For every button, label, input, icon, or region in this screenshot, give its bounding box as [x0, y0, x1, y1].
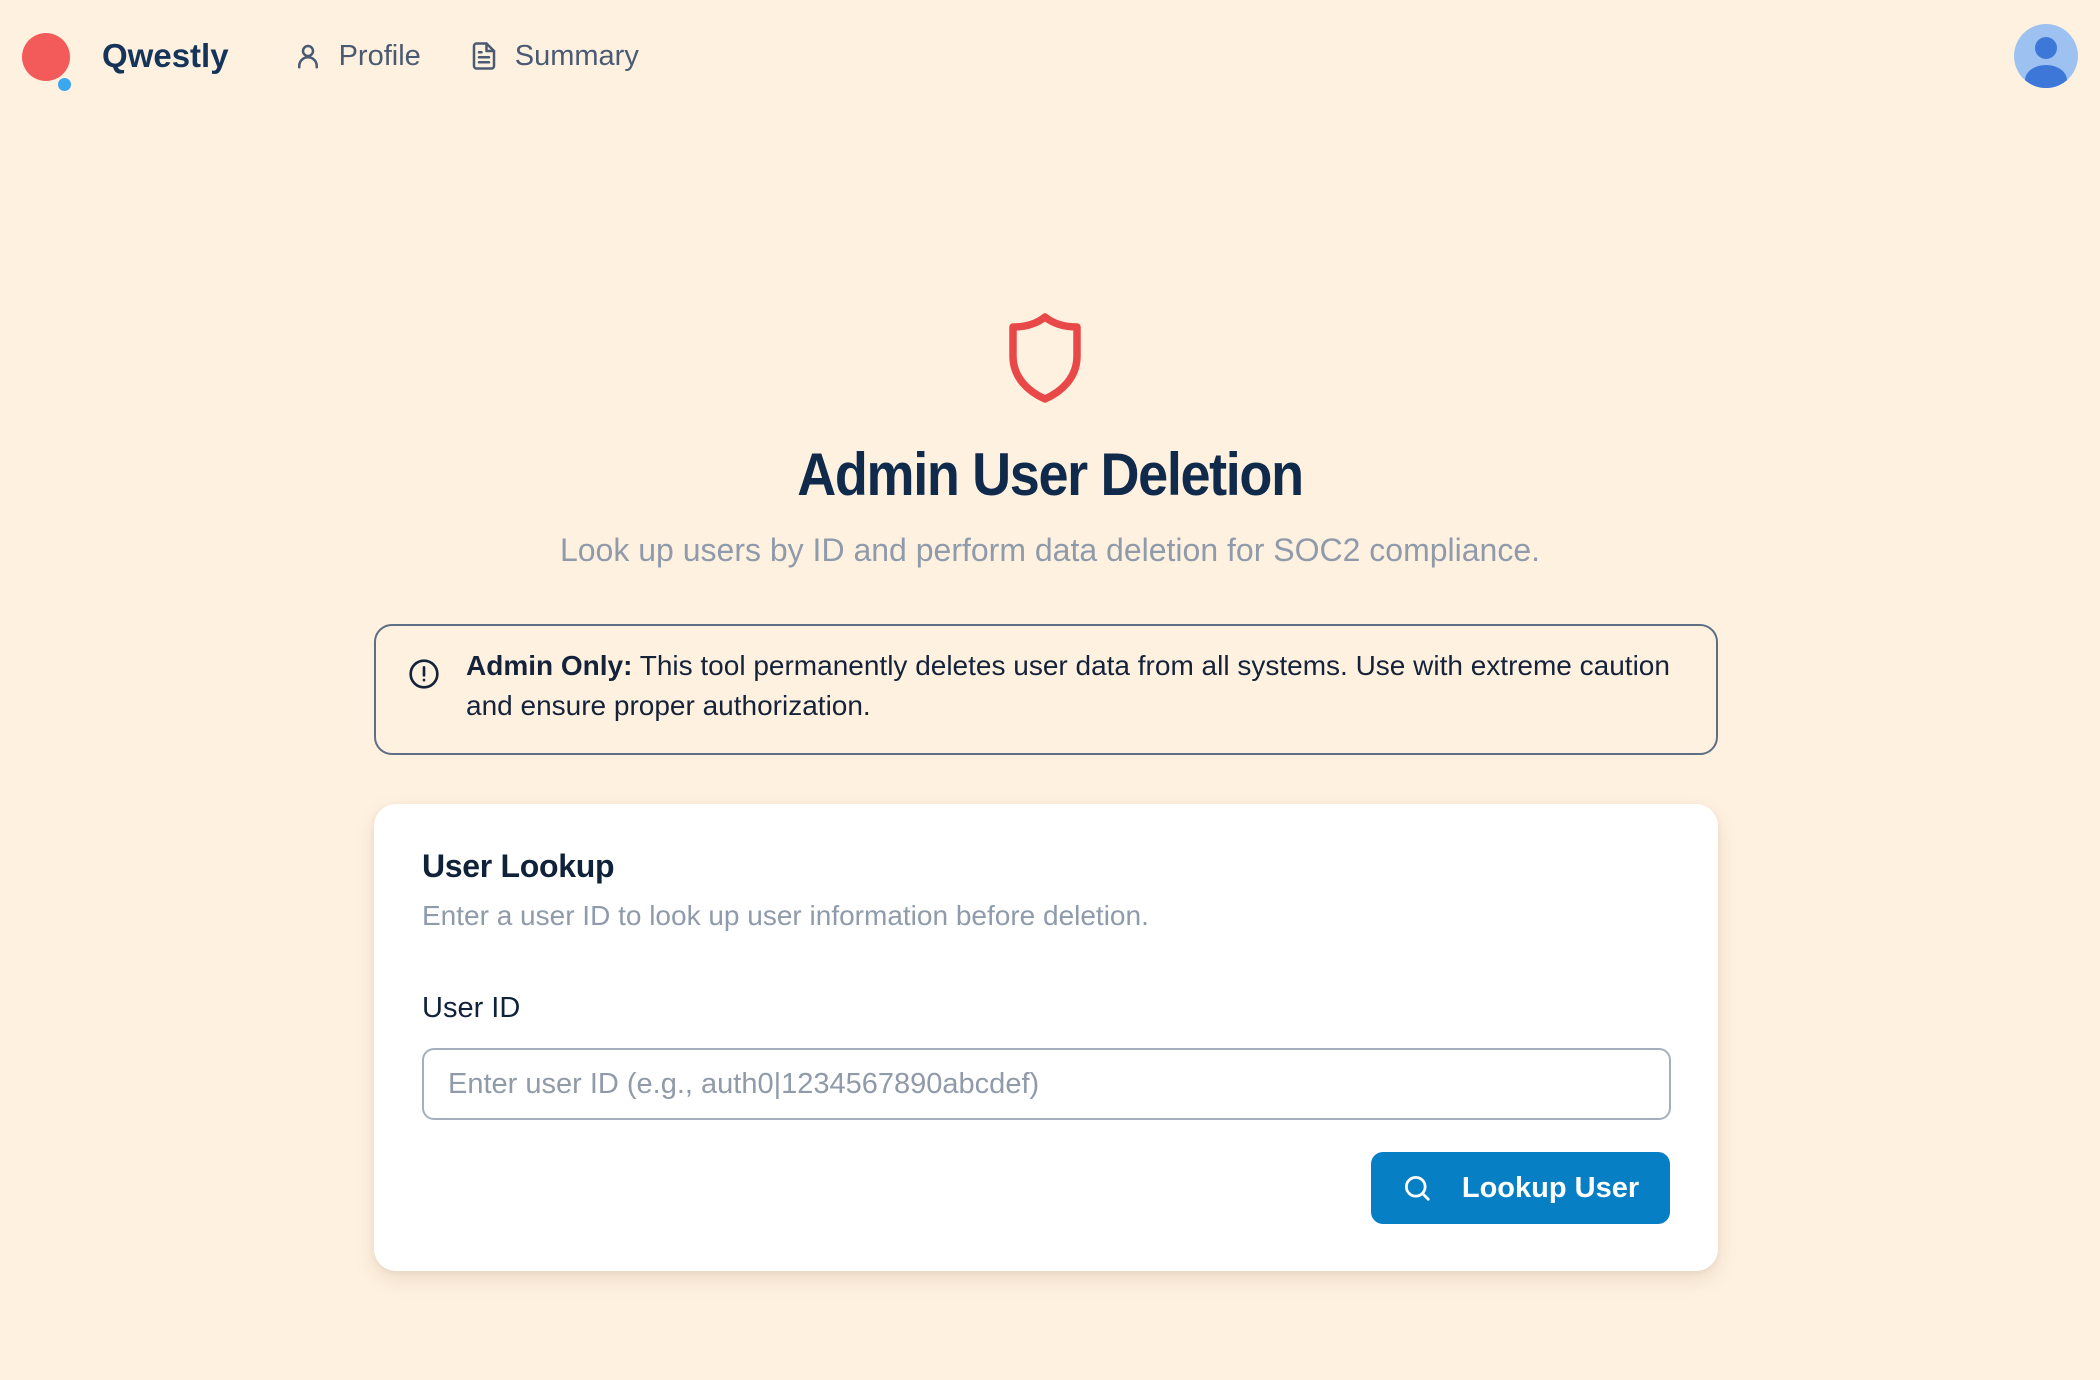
user-id-label: User ID [422, 992, 521, 1024]
user-id-input[interactable] [422, 1048, 1671, 1120]
card-description: Enter a user ID to look up user informat… [422, 900, 1149, 931]
brand-name[interactable]: Qwestly [102, 37, 229, 75]
alert-message: This tool permanently deletes user data … [466, 650, 1670, 721]
page-title: Admin User Deletion [797, 441, 1304, 508]
qwestly-logo-icon[interactable] [22, 31, 72, 91]
admin-warning-alert: Admin Only: This tool permanently delete… [374, 624, 1718, 755]
nav-item-label: Profile [338, 39, 421, 72]
search-icon [1404, 1176, 1430, 1201]
alert-strong-label: Admin Only: [466, 650, 633, 681]
avatar-icon[interactable] [2014, 24, 2078, 88]
lookup-user-button[interactable]: Lookup User [1371, 1152, 1670, 1224]
nav-item-profile[interactable]: Profile [293, 40, 421, 73]
page-subtitle: Look up users by ID and perform data del… [559, 532, 1541, 568]
nav-item-summary[interactable]: Summary [469, 40, 639, 73]
lookup-user-button-label: Lookup User [1461, 1171, 1640, 1204]
user-lookup-card: User Lookup Enter a user ID to look up u… [374, 804, 1718, 1271]
user-icon [297, 44, 318, 69]
top-nav: Qwestly Profile Summary [0, 0, 2100, 112]
card-title: User Lookup [422, 848, 615, 884]
document-icon [472, 42, 496, 70]
nav-item-label: Summary [514, 39, 639, 72]
shield-icon [1009, 313, 1081, 403]
alert-circle-icon [409, 659, 439, 689]
